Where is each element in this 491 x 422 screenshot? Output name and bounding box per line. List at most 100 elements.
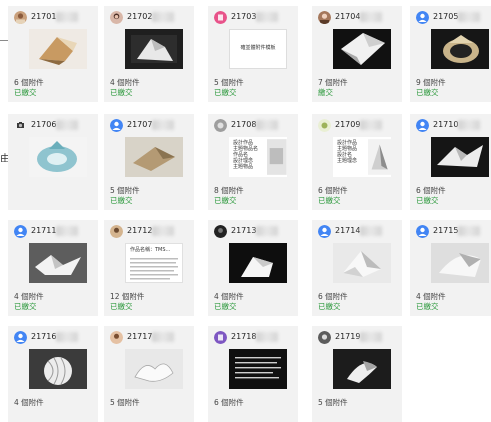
- student-card[interactable]: 21701 6 個附件 已繳交: [8, 6, 98, 102]
- thumbnail-photo: [367, 139, 391, 175]
- redacted-name: [56, 226, 78, 236]
- status-label: 已繳交: [110, 88, 133, 97]
- student-card[interactable]: 21711 4 個附件 已繳交: [8, 220, 98, 316]
- attachment-count: 5 個附件: [318, 398, 348, 407]
- thumbnail-text-lines: [130, 258, 178, 280]
- status-label: 已繳交: [318, 196, 341, 205]
- student-card[interactable]: 21710 6 個附件 已繳交: [410, 114, 491, 210]
- avatar: [318, 11, 331, 24]
- attachment-thumbnail[interactable]: 設計作品 主題物品名 作品名 設計理念 主題物品: [229, 137, 287, 177]
- student-card[interactable]: 21714 6 個附件 已繳交: [312, 220, 402, 316]
- attachment-thumbnail[interactable]: [431, 29, 489, 69]
- avatar: [214, 225, 227, 238]
- avatar: [318, 225, 331, 238]
- student-id: 21709: [335, 120, 361, 129]
- avatar: [14, 331, 27, 344]
- avatar: [416, 119, 429, 132]
- attachment-thumbnail[interactable]: [125, 29, 183, 69]
- attachment-count: 4 個附件: [110, 78, 140, 87]
- student-submission-grid: 21701 6 個附件 已繳交 21702 4 個附件 已繳交 21703 確並…: [0, 0, 491, 422]
- attachment-thumbnail[interactable]: [125, 349, 183, 389]
- thumbnail-photo: [267, 139, 287, 175]
- student-id: 21719: [335, 332, 361, 341]
- thumbnail-caption: 設計作品 主題物品名 作品名 設計理念 主題物品: [233, 140, 259, 170]
- attachment-count: 5 個附件: [214, 78, 244, 87]
- redacted-name: [56, 12, 78, 22]
- attachment-thumbnail[interactable]: 作品名稱：TMS...: [125, 243, 183, 283]
- attachment-count: 4 個附件: [14, 398, 44, 407]
- status-label: 已繳交: [214, 302, 237, 311]
- student-card[interactable]: 21715 4 個附件 已繳交: [410, 220, 491, 316]
- status-label: 已繳交: [14, 88, 37, 97]
- redacted-name: [360, 226, 382, 236]
- status-label: 繳交: [318, 88, 333, 97]
- attachment-thumbnail[interactable]: [333, 243, 391, 283]
- status-label: 已繳交: [14, 302, 37, 311]
- student-id: 21704: [335, 12, 361, 21]
- student-card[interactable]: 21704 7 個附件 繳交: [312, 6, 402, 102]
- student-card[interactable]: 21707 5 個附件 已繳交: [104, 114, 194, 210]
- status-label: 已繳交: [416, 302, 439, 311]
- student-card[interactable]: 21705 9 個附件 已繳交: [410, 6, 491, 102]
- student-card[interactable]: 21713 4 個附件 已繳交: [208, 220, 298, 316]
- avatar: [416, 11, 429, 24]
- attachment-thumbnail[interactable]: [29, 349, 87, 389]
- status-label: 已繳交: [110, 196, 133, 205]
- attachment-thumbnail[interactable]: [229, 243, 287, 283]
- status-label: 已繳交: [110, 302, 133, 311]
- attachment-thumbnail[interactable]: [333, 349, 391, 389]
- attachment-count: 7 個附件: [318, 78, 348, 87]
- redacted-name: [56, 332, 78, 342]
- student-id: 21714: [335, 226, 361, 235]
- status-label: 已繳交: [214, 196, 237, 205]
- avatar: [14, 119, 27, 132]
- student-card[interactable]: 21703 確並體附件模板 5 個附件 已繳交: [208, 6, 298, 102]
- redacted-name: [458, 12, 480, 22]
- student-id: 21703: [231, 12, 257, 21]
- avatar: [416, 225, 429, 238]
- attachment-thumbnail[interactable]: 設計作品 主題物品 設計名 主題理念: [333, 137, 391, 177]
- thumbnail-caption: 作品名稱：TMS...: [130, 247, 171, 253]
- attachment-thumbnail[interactable]: [431, 243, 489, 283]
- thumbnail-caption: 設計作品 主題物品 設計名 主題理念: [337, 140, 358, 164]
- attachment-thumbnail[interactable]: [125, 137, 183, 177]
- avatar: [110, 11, 123, 24]
- attachment-thumbnail[interactable]: 確並體附件模板: [229, 29, 287, 69]
- avatar: [14, 11, 27, 24]
- status-label: 已繳交: [416, 196, 439, 205]
- student-id: 21702: [127, 12, 153, 21]
- avatar: [110, 119, 123, 132]
- attachment-thumbnail[interactable]: [229, 349, 287, 389]
- attachment-thumbnail[interactable]: [29, 243, 87, 283]
- attachment-thumbnail[interactable]: [29, 137, 87, 177]
- attachment-count: 6 個附件: [318, 186, 348, 195]
- redacted-name: [152, 226, 174, 236]
- student-id: 21712: [127, 226, 153, 235]
- student-card[interactable]: 21712 作品名稱：TMS... 12 個附件 已繳交: [104, 220, 194, 316]
- attachment-count: 8 個附件: [214, 186, 244, 195]
- student-id: 21713: [231, 226, 257, 235]
- attachment-thumbnail[interactable]: [333, 29, 391, 69]
- student-id: 21717: [127, 332, 153, 341]
- redacted-name: [360, 120, 382, 130]
- redacted-name: [152, 332, 174, 342]
- status-label: 已繳交: [318, 302, 341, 311]
- redacted-name: [256, 332, 278, 342]
- attachment-count: 6 個附件: [416, 186, 446, 195]
- student-card[interactable]: 21706: [8, 114, 98, 210]
- attachment-thumbnail[interactable]: [29, 29, 87, 69]
- avatar: [318, 331, 331, 344]
- student-id: 21711: [31, 226, 57, 235]
- attachment-count: 4 個附件: [14, 292, 44, 301]
- student-card[interactable]: 21702 4 個附件 已繳交: [104, 6, 194, 102]
- student-id: 21706: [31, 120, 57, 129]
- student-card[interactable]: 21709 設計作品 主題物品 設計名 主題理念 6 個附件 已繳交: [312, 114, 402, 210]
- attachment-count: 4 個附件: [214, 292, 244, 301]
- avatar: [110, 225, 123, 238]
- avatar: [214, 119, 227, 132]
- redacted-name: [360, 332, 382, 342]
- attachment-thumbnail[interactable]: [431, 137, 489, 177]
- attachment-count: 6 個附件: [318, 292, 348, 301]
- student-card[interactable]: 21708 設計作品 主題物品名 作品名 設計理念 主題物品 8 個附件 已繳交: [208, 114, 298, 210]
- student-id: 21701: [31, 12, 57, 21]
